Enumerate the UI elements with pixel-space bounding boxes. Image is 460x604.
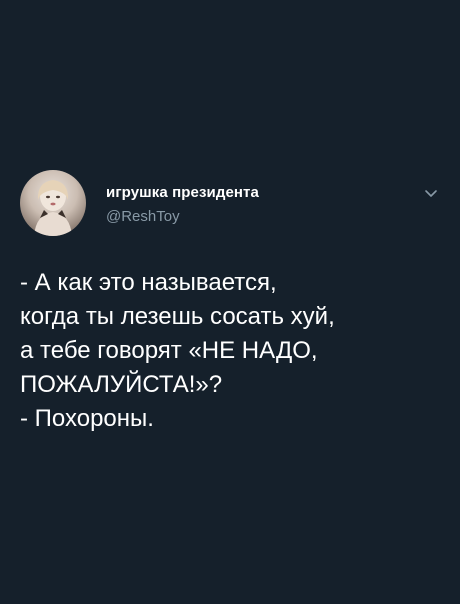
tweet-text: - А как это называется, когда ты лезешь … [20, 266, 440, 436]
tweet-line: - Похороны. [20, 405, 154, 432]
display-name[interactable]: игрушка президента [106, 184, 259, 201]
avatar[interactable] [20, 170, 86, 236]
avatar-photo [34, 180, 72, 236]
tweet-line: когда ты лезешь сосать хуй, [20, 303, 335, 330]
user-handle[interactable]: @ReshToy [106, 208, 180, 225]
tweet-line: а тебе говорят «НЕ НАДО, [20, 337, 318, 364]
tweet-header: игрушка президента @ReshToy [20, 170, 440, 236]
tweet-screen: игрушка президента @ReshToy - А как это … [0, 0, 460, 604]
tweet-line: - А как это называется, [20, 269, 277, 296]
chevron-down-icon[interactable] [422, 184, 440, 202]
tweet-line: ПОЖАЛУЙСТА!»? [20, 371, 223, 398]
